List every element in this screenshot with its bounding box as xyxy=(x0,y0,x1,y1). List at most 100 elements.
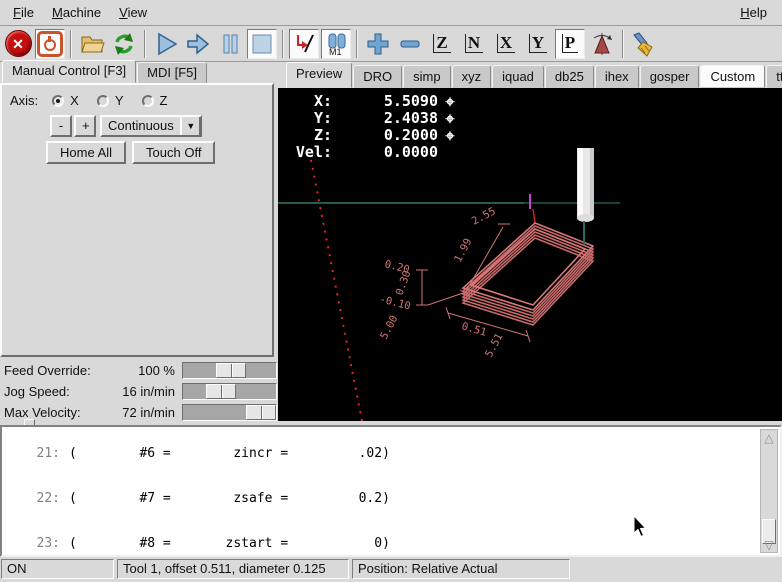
menu-help-label: elp xyxy=(750,5,767,20)
tab-gosper[interactable]: gosper xyxy=(640,65,700,88)
line-number: 22: xyxy=(2,491,60,506)
menu-file-underline: F xyxy=(13,5,21,20)
axis-y-radio[interactable] xyxy=(97,95,109,107)
jog-plus-button[interactable]: + xyxy=(74,115,96,137)
svg-text:2.55: 2.55 xyxy=(470,205,498,227)
view-perspective-button[interactable]: P xyxy=(555,29,585,59)
jog-speed-row: Jog Speed: 16 in/min xyxy=(0,382,278,401)
toolbar: ✕ xyxy=(0,26,782,62)
estop-button[interactable]: ✕ xyxy=(3,29,33,59)
scroll-up-icon[interactable]: △ xyxy=(761,430,777,445)
axis-window: File Machine View Help ✕ xyxy=(0,0,782,582)
line-text: ( #8 = zstart = 0) xyxy=(69,536,390,551)
gcode-line[interactable]: 21:( #6 = zincr = .02) xyxy=(2,446,758,461)
svg-text:1.99: 1.99 xyxy=(452,236,474,264)
feed-override-slider[interactable] xyxy=(182,362,277,379)
manual-control-frame: Axis: X Y Z - + Continuous ▼ xyxy=(0,83,274,357)
run-step-button[interactable] xyxy=(183,29,213,59)
menu-view-label: iew xyxy=(128,5,148,20)
tab-ttt[interactable]: ttt xyxy=(766,65,782,88)
max-velocity-value: 72 in/min xyxy=(122,405,175,420)
folder-icon xyxy=(79,32,105,56)
jog-speed-value: 16 in/min xyxy=(122,384,175,399)
svg-text:5.00: 5.00 xyxy=(378,313,400,341)
stop-button[interactable] xyxy=(247,29,277,59)
view-z-icon: Z xyxy=(433,34,450,53)
main-area: Manual Control [F3] MDI [F5] Axis: X Y Z… xyxy=(0,62,782,425)
home-all-button[interactable]: Home All xyxy=(46,141,126,164)
gcode-line[interactable]: 22:( #7 = zsafe = 0.2) xyxy=(2,491,758,506)
menu-machine-underline: M xyxy=(52,5,63,20)
zoom-in-button[interactable] xyxy=(363,29,393,59)
touch-off-button[interactable]: Touch Off xyxy=(132,141,215,164)
scroll-down-icon[interactable]: ▽ xyxy=(761,537,777,552)
gcode-scrollbar[interactable]: △ ▽ xyxy=(760,429,778,553)
gcode-listing[interactable]: 21:( #6 = zincr = .02) 22:( #7 = zsafe =… xyxy=(0,425,782,557)
stop-icon xyxy=(249,31,275,57)
tab-dro[interactable]: DRO xyxy=(353,65,402,88)
rotate-cone-icon xyxy=(589,31,615,57)
feed-override-value: 100 % xyxy=(138,363,175,378)
run-program-button[interactable] xyxy=(151,29,181,59)
optional-stop-icon: M1 xyxy=(323,31,349,57)
rotate-view-button[interactable] xyxy=(587,29,617,59)
mouse-cursor xyxy=(633,516,647,538)
minus-icon xyxy=(397,31,423,57)
skip-lines-toggle[interactable] xyxy=(289,29,319,59)
menu-machine[interactable]: Machine xyxy=(43,2,110,23)
broom-icon xyxy=(631,31,657,57)
pause-icon xyxy=(217,31,243,57)
view-perspective-icon: P xyxy=(562,34,578,53)
line-text: ( #6 = zincr = .02) xyxy=(69,446,390,461)
menu-file[interactable]: File xyxy=(4,2,43,23)
tab-simp[interactable]: simp xyxy=(403,65,450,88)
tab-mdi[interactable]: MDI [F5] xyxy=(137,62,207,83)
menubar: File Machine View Help xyxy=(0,0,782,26)
axis-x-radio[interactable] xyxy=(52,95,64,107)
menu-help[interactable]: Help xyxy=(731,2,776,23)
jog-speed-slider[interactable] xyxy=(182,383,277,400)
machine-power-button[interactable] xyxy=(35,29,65,59)
view-y-button[interactable]: Y xyxy=(523,29,553,59)
tab-ihex[interactable]: ihex xyxy=(595,65,639,88)
tab-iquad[interactable]: iquad xyxy=(492,65,544,88)
open-file-button[interactable] xyxy=(77,29,107,59)
step-arrow-icon xyxy=(185,31,211,57)
preview-pane: Preview DRO simp xyz iquad db25 ihex gos… xyxy=(278,62,782,425)
plus-icon xyxy=(365,31,391,57)
max-velocity-slider[interactable] xyxy=(182,404,277,421)
feed-override-handle[interactable] xyxy=(216,363,246,378)
left-tab-bar: Manual Control [F3] MDI [F5] xyxy=(0,62,278,83)
zoom-out-button[interactable] xyxy=(395,29,425,59)
tool-info-status: Tool 1, offset 0.511, diameter 0.125 xyxy=(117,559,349,579)
gcode-line[interactable]: 23:( #8 = zstart = 0) xyxy=(2,536,758,551)
jog-minus-button[interactable]: - xyxy=(50,115,72,137)
preview-tab-bar: Preview DRO simp xyz iquad db25 ihex gos… xyxy=(278,62,782,88)
view-x-button[interactable]: X xyxy=(491,29,521,59)
view-z-button[interactable]: Z xyxy=(427,29,457,59)
menu-file-label: ile xyxy=(21,5,34,20)
chevron-down-icon: ▼ xyxy=(180,117,200,135)
menu-view[interactable]: View xyxy=(110,2,156,23)
tab-xyz[interactable]: xyz xyxy=(452,65,492,88)
optional-stop-toggle[interactable]: M1 xyxy=(321,29,351,59)
jog-speed-handle[interactable] xyxy=(206,384,236,399)
jog-increment-select[interactable]: Continuous ▼ xyxy=(100,115,202,137)
toolbar-separator xyxy=(356,30,358,58)
tab-db25[interactable]: db25 xyxy=(545,65,594,88)
tab-preview[interactable]: Preview xyxy=(286,62,352,88)
reload-file-button[interactable] xyxy=(109,29,139,59)
max-velocity-handle[interactable] xyxy=(246,405,276,420)
axis-z-radio[interactable] xyxy=(142,95,154,107)
preview-canvas[interactable]: X: 5.5090 ⌖ Y: 2.4038 ⌖ Z: 0.2000 ⌖ xyxy=(278,88,782,421)
tab-manual-control[interactable]: Manual Control [F3] xyxy=(2,60,136,83)
view-z-rotated-button[interactable]: N xyxy=(459,29,489,59)
pause-button[interactable] xyxy=(215,29,245,59)
jog-increment-value: Continuous xyxy=(102,117,180,135)
clear-plot-button[interactable] xyxy=(629,29,659,59)
axis-z-label: Z xyxy=(160,93,168,108)
tab-custom[interactable]: Custom xyxy=(700,65,765,88)
estop-icon: ✕ xyxy=(5,30,32,57)
view-y-icon: Y xyxy=(529,34,547,53)
tool-cylinder xyxy=(577,148,594,245)
